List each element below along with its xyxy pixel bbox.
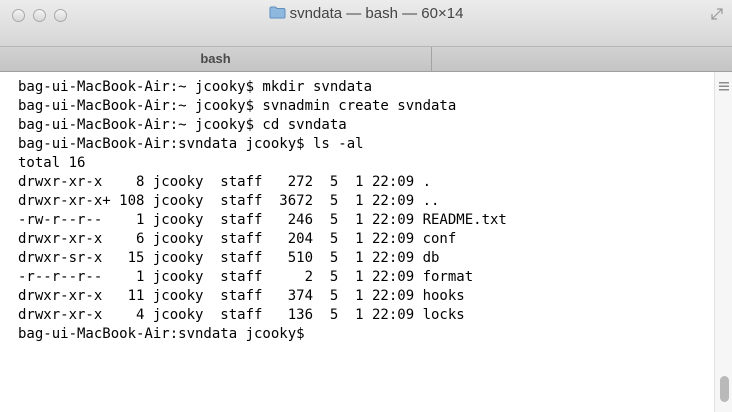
terminal-line: drwxr-xr-x 4 jcooky staff 136 5 1 22:09 …	[18, 307, 465, 323]
terminal-window: svndata — bash — 60×14 bash bag-ui-MacBo…	[0, 0, 732, 412]
terminal-line: -r--r--r-- 1 jcooky staff 2 5 1 22:09 fo…	[18, 269, 474, 285]
menu-icon[interactable]	[719, 82, 729, 91]
terminal-text: bag-ui-MacBook-Air:~ jcooky$ mkdir svnda…	[0, 72, 714, 344]
terminal-line: drwxr-sr-x 15 jcooky staff 510 5 1 22:09…	[18, 250, 440, 266]
window-title-text: svndata — bash — 60×14	[289, 5, 464, 22]
terminal-line: bag-ui-MacBook-Air:~ jcooky$ cd svndata	[18, 117, 347, 133]
terminal-line: drwxr-xr-x 8 jcooky staff 272 5 1 22:09 …	[18, 174, 432, 190]
scrollbar-thumb[interactable]	[720, 376, 729, 402]
terminal-line: bag-ui-MacBook-Air:svndata jcooky$	[18, 326, 314, 342]
terminal-line: -rw-r--r-- 1 jcooky staff 246 5 1 22:09 …	[18, 212, 507, 228]
tab-label: bash	[200, 51, 231, 66]
title-bar[interactable]: svndata — bash — 60×14	[0, 0, 732, 46]
tab-bar: bash	[0, 46, 732, 72]
vertical-scrollbar[interactable]	[714, 72, 732, 412]
folder-icon	[269, 6, 286, 19]
terminal-line: bag-ui-MacBook-Air:~ jcooky$ svnadmin cr…	[18, 98, 457, 114]
terminal-output[interactable]: bag-ui-MacBook-Air:~ jcooky$ mkdir svnda…	[0, 72, 714, 412]
window-title: svndata — bash — 60×14	[0, 3, 732, 25]
tab-bash[interactable]: bash	[0, 47, 432, 72]
terminal-line: total 16	[18, 155, 86, 171]
terminal-line: drwxr-xr-x 11 jcooky staff 374 5 1 22:09…	[18, 288, 465, 304]
terminal-line: drwxr-xr-x 6 jcooky staff 204 5 1 22:09 …	[18, 231, 457, 247]
fullscreen-icon[interactable]	[710, 7, 724, 21]
terminal-line: bag-ui-MacBook-Air:~ jcooky$ mkdir svnda…	[18, 79, 373, 95]
terminal-line: bag-ui-MacBook-Air:svndata jcooky$ ls -a…	[18, 136, 364, 152]
terminal-line: drwxr-xr-x+ 108 jcooky staff 3672 5 1 22…	[18, 193, 440, 209]
